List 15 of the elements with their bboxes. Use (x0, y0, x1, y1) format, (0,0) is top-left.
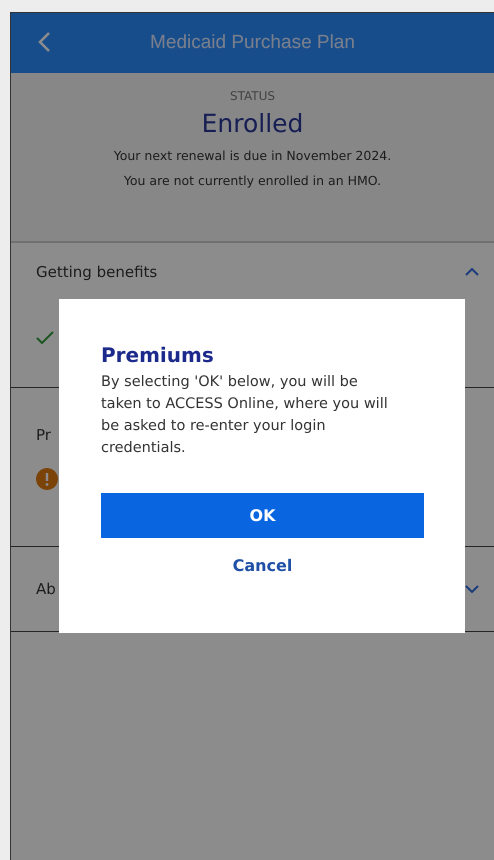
status-value: Enrolled (202, 109, 304, 138)
checkmark-icon (36, 331, 54, 345)
screen-title: Medicaid Purchase Plan (149, 32, 356, 54)
dialog-title: Premiums (101, 343, 215, 367)
section-title[interactable]: Pr (36, 426, 51, 444)
section-title[interactable]: Ab (36, 580, 56, 598)
status-text: You are not currently enrolled in an HMO. (124, 173, 382, 188)
ok-button[interactable]: OK (101, 493, 424, 538)
status-label: STATUS (230, 89, 276, 103)
dialog-message: By selecting 'OK' below, you will be taken to ACCESS Online, where you will be asked to re-enter your login credentials. (101, 373, 389, 458)
cancel-button[interactable]: Cancel (226, 550, 298, 581)
chevron-icon[interactable] (464, 583, 480, 595)
status-text: Your next renewal is due in November 2024. (114, 148, 392, 163)
section-title[interactable]: Getting benefits (36, 263, 158, 281)
back-icon[interactable] (37, 31, 51, 53)
